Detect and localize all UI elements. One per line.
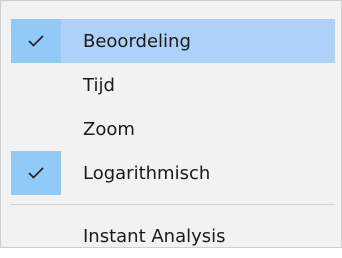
menu-separator bbox=[11, 204, 335, 205]
menu-item-label: Beoordeling bbox=[83, 30, 191, 52]
menu-item-label: Tijd bbox=[83, 74, 115, 96]
menu-item-label: Instant Analysis bbox=[83, 225, 226, 247]
menu-item-label: Logarithmisch bbox=[83, 162, 211, 184]
context-menu: Beoordeling Tijd Zoom Logarithmisch Inst… bbox=[0, 0, 342, 248]
menu-item-label: Zoom bbox=[83, 118, 135, 140]
menu-item-zoom[interactable]: Zoom bbox=[11, 107, 335, 151]
check-gutter bbox=[11, 63, 61, 107]
menu-item-instant-analysis[interactable]: Instant Analysis bbox=[11, 214, 335, 258]
checkmark-icon bbox=[28, 167, 44, 179]
menu-item-beoordeling[interactable]: Beoordeling bbox=[11, 19, 335, 63]
check-gutter bbox=[11, 107, 61, 151]
check-gutter bbox=[11, 151, 61, 195]
check-gutter bbox=[11, 214, 61, 258]
menu-item-logarithmisch[interactable]: Logarithmisch bbox=[11, 151, 335, 195]
checkmark-icon bbox=[28, 35, 44, 47]
check-gutter bbox=[11, 19, 61, 63]
menu-item-tijd[interactable]: Tijd bbox=[11, 63, 335, 107]
